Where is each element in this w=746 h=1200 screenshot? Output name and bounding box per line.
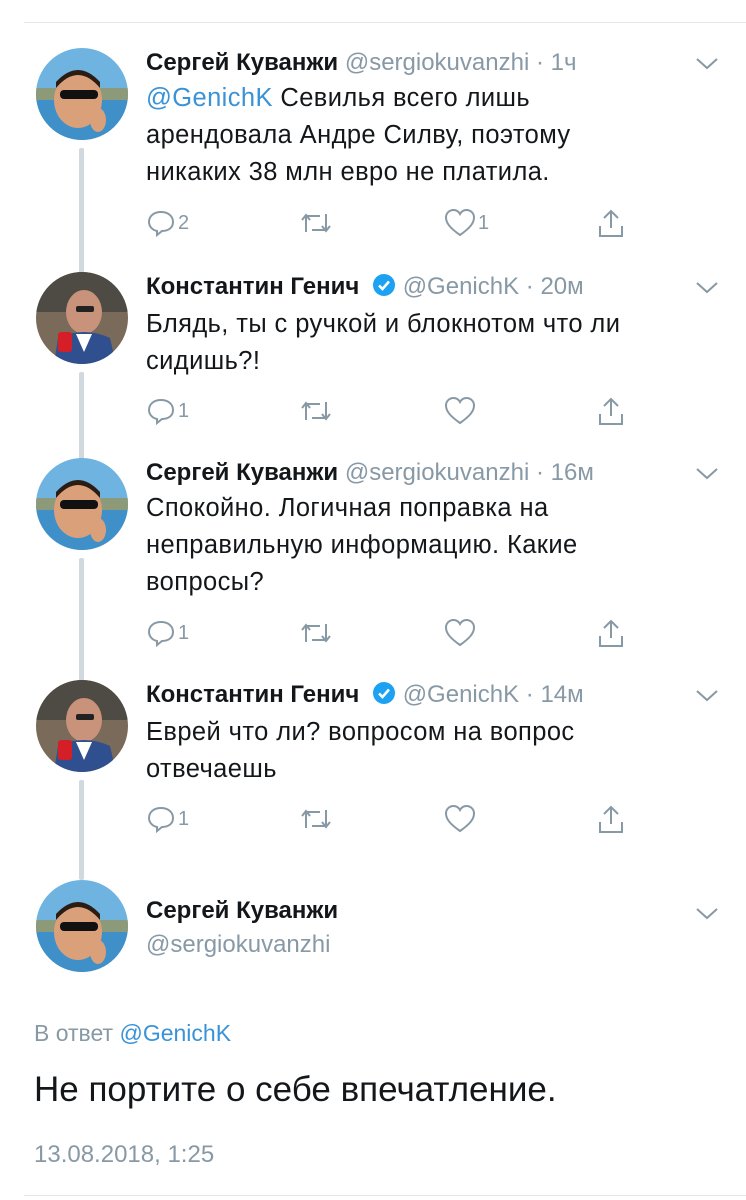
tweet-timestamp[interactable]: 13.08.2018, 1:25 [34, 1140, 214, 1170]
display-name[interactable]: Сергей Куванжи [146, 896, 338, 926]
chevron-down-icon[interactable] [694, 466, 720, 482]
reply-button[interactable]: 2 [146, 208, 189, 238]
bottom-divider [24, 1195, 746, 1196]
user-handle[interactable]: @GenichK [403, 681, 519, 708]
user-handle[interactable]: @GenichK [403, 273, 519, 300]
separator-dot: · [535, 459, 544, 486]
reply-count: 1 [178, 399, 190, 422]
avatar[interactable] [36, 272, 128, 364]
retweet-button[interactable] [298, 208, 334, 238]
like-button[interactable] [444, 618, 476, 648]
verified-badge-icon [373, 274, 396, 296]
user-handle[interactable]: @sergiokuvanzhi [345, 459, 529, 486]
share-icon [599, 805, 623, 833]
tweet-time[interactable]: 1ч [551, 49, 577, 76]
heart-icon [444, 618, 476, 647]
reply-to-line: В ответ @GenichK [34, 1018, 231, 1048]
heart-icon [444, 804, 476, 833]
retweet-button[interactable] [298, 396, 334, 426]
display-name[interactable]: Константин Генич [146, 273, 359, 300]
separator-dot: · [525, 273, 534, 300]
tweet-time[interactable]: 14м [540, 681, 583, 708]
chevron-down-icon[interactable] [694, 688, 720, 704]
display-name[interactable]: Сергей Куванжи [146, 49, 338, 76]
display-name[interactable]: Сергей Куванжи [146, 459, 338, 486]
retweet-icon [301, 623, 331, 643]
reply-count: 1 [178, 621, 190, 644]
retweet-button[interactable] [298, 804, 334, 834]
retweet-icon [301, 213, 331, 233]
share-button[interactable] [596, 804, 626, 836]
share-button[interactable] [596, 396, 626, 428]
reply-count: 1 [178, 807, 190, 830]
reply-count: 2 [178, 211, 190, 234]
mention-link[interactable]: @GenichK [119, 1020, 231, 1046]
separator-dot: · [525, 681, 534, 708]
separator-dot: · [535, 49, 544, 76]
tweet-text-content: Еврей что ли? вопросом на вопрос отвечае… [146, 718, 575, 783]
share-button[interactable] [596, 208, 626, 240]
reply-button[interactable]: 1 [146, 618, 189, 648]
user-handle[interactable]: @sergiokuvanzhi [146, 930, 330, 960]
tweet-text: Не портите о себе впечатление. [34, 1070, 557, 1109]
avatar[interactable] [36, 458, 128, 550]
tweet-text-content: Спокойно. Логичная поправка на неправиль… [146, 494, 578, 596]
tweet-time[interactable]: 20м [540, 273, 583, 300]
tweet-header: Сергей Куванжи @sergiokuvanzhi · 1ч [146, 48, 576, 78]
avatar[interactable] [36, 680, 128, 772]
avatar[interactable] [36, 48, 128, 140]
top-divider [24, 22, 746, 23]
mention-link[interactable]: @GenichK [146, 84, 273, 112]
tweet-header: Сергей Куванжи @sergiokuvanzhi · 16м [146, 458, 594, 488]
thread-connector [79, 780, 84, 880]
tweet-actions: 2 1 [146, 208, 646, 244]
reply-icon [147, 620, 175, 648]
focused-tweet: Сергей Куванжи @sergiokuvanzhi В ответ @… [0, 880, 746, 1190]
reply-icon [147, 398, 175, 426]
share-icon [599, 619, 623, 647]
share-button[interactable] [596, 618, 626, 650]
reply-button[interactable]: 1 [146, 804, 189, 834]
tweet-time[interactable]: 16м [551, 459, 594, 486]
tweet-text: Еврей что ли? вопросом на вопрос отвечае… [146, 714, 666, 788]
retweet-icon [301, 809, 331, 829]
tweet-actions: 1 [146, 804, 646, 840]
tweet-text: @GenichK Севилья всего лишь арендовала А… [146, 80, 666, 191]
tweet-header: Константин Генич @GenichK · 14м [146, 680, 584, 710]
reply-to-label: В ответ [34, 1020, 120, 1046]
reply-button[interactable]: 1 [146, 396, 189, 426]
display-name[interactable]: Константин Генич [146, 681, 359, 708]
heart-icon [444, 208, 476, 237]
like-count: 1 [478, 211, 490, 234]
like-button[interactable]: 1 [444, 208, 489, 238]
chevron-down-icon[interactable] [694, 906, 720, 922]
reply-icon [147, 806, 175, 834]
tweet-text: Блядь, ты с ручкой и блокнотом что ли си… [146, 306, 666, 380]
reply-icon [147, 210, 175, 238]
user-handle[interactable]: @sergiokuvanzhi [345, 49, 529, 76]
retweet-icon [301, 401, 331, 421]
like-button[interactable] [444, 804, 476, 834]
tweet-actions: 1 [146, 396, 646, 432]
like-button[interactable] [444, 396, 476, 426]
retweet-button[interactable] [298, 618, 334, 648]
avatar[interactable] [36, 880, 128, 972]
share-icon [599, 397, 623, 425]
tweet-actions: 1 [146, 618, 646, 654]
chevron-down-icon[interactable] [694, 56, 720, 72]
verified-badge-icon [373, 682, 396, 704]
heart-icon [444, 396, 476, 425]
tweet-text-content: Блядь, ты с ручкой и блокнотом что ли си… [146, 310, 621, 375]
share-icon [599, 209, 623, 237]
tweet-header: Константин Генич @GenichK · 20м [146, 272, 584, 302]
tweet-text: Спокойно. Логичная поправка на неправиль… [146, 490, 666, 601]
chevron-down-icon[interactable] [694, 280, 720, 296]
